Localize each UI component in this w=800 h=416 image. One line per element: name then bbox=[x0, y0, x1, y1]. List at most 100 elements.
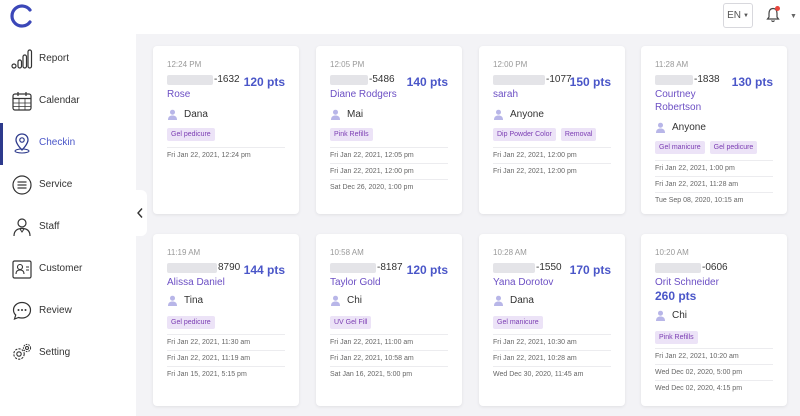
customer-name[interactable]: Diane Rodgers bbox=[330, 88, 440, 101]
masked-phone bbox=[330, 262, 376, 273]
service-tag: Pink Refills bbox=[655, 331, 698, 344]
checkin-card[interactable]: 12:24 PM -1632 120 pts Rose Dana Gel ped… bbox=[153, 46, 299, 214]
chevron-down-icon: ▼ bbox=[742, 12, 749, 19]
person-icon bbox=[168, 295, 177, 306]
points: 120 pts bbox=[406, 263, 448, 277]
points: 260 pts bbox=[655, 289, 697, 303]
phone-number: -0606 bbox=[655, 262, 728, 273]
checkin-time: 10:58 AM bbox=[330, 248, 364, 257]
visit-date: Fri Jan 15, 2021, 5:15 pm bbox=[167, 366, 285, 382]
checkin-card[interactable]: 10:20 AM -0606 Orit Schneider 260 pts Ch… bbox=[641, 234, 787, 406]
customer-name[interactable]: Taylor Gold bbox=[330, 276, 410, 289]
visit-history: Fri Jan 22, 2021, 12:24 pm bbox=[167, 147, 285, 163]
visit-history: Fri Jan 22, 2021, 11:00 am Fri Jan 22, 2… bbox=[330, 334, 448, 382]
service-tag: Gel pedicure bbox=[167, 128, 215, 141]
visit-date: Fri Jan 22, 2021, 1:00 pm bbox=[655, 160, 773, 176]
sidebar-item-setting[interactable]: Setting bbox=[0, 333, 136, 375]
checkin-card[interactable]: 10:58 AM -8187 120 pts Taylor Gold Chi U… bbox=[316, 234, 462, 406]
calendar-icon bbox=[12, 92, 32, 111]
checkin-time: 12:05 PM bbox=[330, 60, 365, 69]
checkin-time: 12:24 PM bbox=[167, 60, 202, 69]
service-tags: UV Gel Fill bbox=[330, 316, 372, 329]
visit-date: Wed Dec 02, 2020, 4:15 pm bbox=[655, 380, 773, 396]
staff-name: Anyone bbox=[672, 122, 706, 133]
visit-date: Wed Dec 02, 2020, 5:00 pm bbox=[655, 364, 773, 380]
list-icon bbox=[12, 175, 32, 195]
notification-badge bbox=[775, 6, 780, 11]
service-tags: Pink Refills bbox=[330, 128, 373, 141]
visit-history: Fri Jan 22, 2021, 11:30 am Fri Jan 22, 2… bbox=[167, 334, 285, 382]
visit-date: Sat Jan 16, 2021, 5:00 pm bbox=[330, 366, 448, 382]
visit-history: Fri Jan 22, 2021, 12:05 pm Fri Jan 22, 2… bbox=[330, 147, 448, 195]
service-tag: Gel pedicure bbox=[709, 141, 758, 154]
phone-number: -1550 bbox=[493, 262, 562, 273]
chat-icon bbox=[12, 301, 32, 320]
phone-number: -1838 bbox=[655, 74, 720, 85]
checkin-card[interactable]: 11:19 AM 8790 144 pts Alissa Daniel Tina… bbox=[153, 234, 299, 406]
checkin-card[interactable]: 11:28 AM -1838 130 pts Courtney Robertso… bbox=[641, 46, 787, 214]
visit-history: Fri Jan 22, 2021, 10:20 am Wed Dec 02, 2… bbox=[655, 348, 773, 396]
phone-number: -1632 bbox=[167, 74, 240, 85]
sidebar-item-review[interactable]: Review bbox=[0, 291, 136, 333]
masked-phone bbox=[655, 262, 701, 273]
visit-date: Fri Jan 22, 2021, 11:00 am bbox=[330, 334, 448, 350]
sidebar-item-customer[interactable]: Customer bbox=[0, 249, 136, 291]
visit-date: Fri Jan 22, 2021, 11:19 am bbox=[167, 350, 285, 366]
customer-name[interactable]: Yana Dorotov bbox=[493, 276, 573, 289]
top-bar: EN ▼ ▼ bbox=[0, 0, 800, 34]
checkin-time: 10:28 AM bbox=[493, 248, 527, 257]
service-tag: Gel manicure bbox=[655, 141, 705, 154]
sidebar-item-label: Customer bbox=[39, 263, 83, 274]
sidebar-item-label: Calendar bbox=[39, 95, 80, 106]
service-tag: Dip Powder Color bbox=[493, 128, 556, 141]
sidebar-item-staff[interactable]: Staff bbox=[0, 207, 136, 249]
assigned-staff: Tina bbox=[167, 295, 203, 306]
visit-history: Fri Jan 22, 2021, 1:00 pm Fri Jan 22, 20… bbox=[655, 160, 773, 208]
person-icon bbox=[656, 122, 665, 133]
visit-date: Fri Jan 22, 2021, 12:00 pm bbox=[330, 163, 448, 179]
phone-number: 8790 bbox=[167, 262, 240, 273]
logo-icon[interactable] bbox=[10, 4, 34, 28]
customer-icon bbox=[12, 260, 32, 279]
language-value: EN bbox=[727, 10, 741, 21]
service-tag: Gel manicure bbox=[493, 316, 543, 329]
language-select[interactable]: EN ▼ bbox=[723, 3, 753, 28]
points: 150 pts bbox=[569, 75, 611, 89]
chevron-left-icon bbox=[137, 208, 143, 218]
service-tags: Gel pedicure bbox=[167, 128, 215, 141]
phone-number: -8187 bbox=[330, 262, 403, 273]
staff-name: Dana bbox=[510, 295, 534, 306]
sidebar-item-calendar[interactable]: Calendar bbox=[0, 81, 136, 123]
customer-name[interactable]: Rose bbox=[167, 88, 247, 101]
masked-phone bbox=[167, 74, 213, 85]
collapse-sidebar-button[interactable] bbox=[133, 190, 147, 236]
checkin-card[interactable]: 10:28 AM -1550 170 pts Yana Dorotov Dana… bbox=[479, 234, 625, 406]
points: 130 pts bbox=[731, 75, 773, 89]
service-tags: Gel manicure bbox=[493, 316, 543, 329]
checkin-card[interactable]: 12:05 PM -5486 140 pts Diane Rodgers Mai… bbox=[316, 46, 462, 214]
customer-name[interactable]: Orit Schneider bbox=[655, 276, 765, 289]
customer-name[interactable]: sarah bbox=[493, 88, 573, 101]
masked-phone bbox=[330, 74, 368, 85]
sidebar-item-report[interactable]: Report bbox=[0, 39, 136, 81]
gear-icon bbox=[13, 343, 32, 360]
assigned-staff: Anyone bbox=[655, 122, 706, 133]
customer-name[interactable]: Courtney Robertson bbox=[655, 88, 715, 114]
service-tags: Pink Refills bbox=[655, 331, 698, 344]
staff-name: Dana bbox=[184, 109, 208, 120]
checkin-card[interactable]: 12:00 PM -1077 150 pts sarah Anyone Dip … bbox=[479, 46, 625, 214]
visit-date: Fri Jan 22, 2021, 10:20 am bbox=[655, 348, 773, 364]
visit-history: Fri Jan 22, 2021, 10:30 am Fri Jan 22, 2… bbox=[493, 334, 611, 382]
sidebar-item-checkin[interactable]: Checkin bbox=[0, 123, 136, 165]
visit-date: Sat Dec 26, 2020, 1:00 pm bbox=[330, 179, 448, 195]
customer-name[interactable]: Alissa Daniel bbox=[167, 276, 247, 289]
service-tag: UV Gel Fill bbox=[330, 316, 372, 329]
chevron-down-icon[interactable]: ▼ bbox=[790, 13, 797, 20]
service-tag: Removal bbox=[560, 128, 597, 141]
sidebar-item-service[interactable]: Service bbox=[0, 165, 136, 207]
assigned-staff: Dana bbox=[493, 295, 534, 306]
visit-date: Fri Jan 22, 2021, 11:28 am bbox=[655, 176, 773, 192]
masked-phone bbox=[167, 262, 217, 273]
masked-phone bbox=[655, 74, 693, 85]
points: 144 pts bbox=[243, 263, 285, 277]
